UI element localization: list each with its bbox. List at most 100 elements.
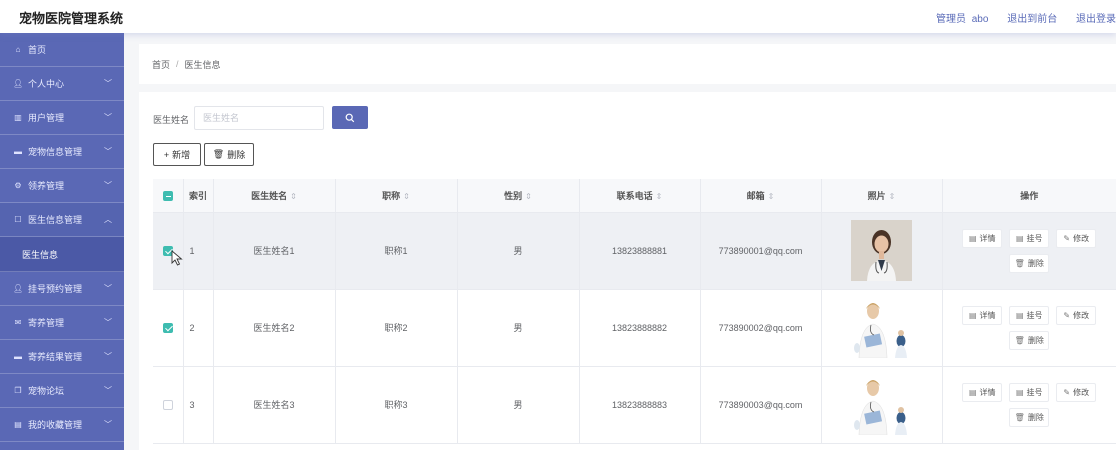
doctor-photo[interactable] (851, 297, 912, 358)
edit-button[interactable]: ✎ 修改 (1056, 382, 1097, 402)
sidebar-item-registration[interactable]: 👤︎ 挂号预约管理 ﹀ (0, 272, 124, 306)
edit-icon: ✎ (1063, 310, 1071, 320)
logout-link[interactable]: 退出登录 (1076, 14, 1116, 25)
add-button-label: 新增 (172, 150, 191, 160)
column-header-phone[interactable]: 联系电话 ⇕ (579, 179, 701, 213)
table-row[interactable]: 3 医生姓名3 职称3 男 13823888883 773890003@qq.c… (153, 366, 1116, 444)
sidebar-subitem-doctor-info[interactable]: 医生信息 (0, 237, 124, 272)
doctor-phone-cell: 13823888881 (579, 212, 701, 290)
doctor-photo-cell (821, 366, 943, 444)
column-header-email[interactable]: 邮箱 ⇕ (700, 179, 822, 213)
search-icon (345, 113, 355, 122)
row-checkbox[interactable] (162, 399, 173, 410)
doctor-photo-cell (821, 289, 943, 367)
sidebar-item-home[interactable]: ⌂ 首页 (0, 33, 124, 67)
sort-icon[interactable]: ⇕ (290, 192, 297, 201)
doctor-name-cell: 医生姓名1 (213, 212, 336, 290)
sidebar-item-boarding[interactable]: ✉ 寄养管理 ﹀ (0, 306, 124, 340)
edit-icon: ✎ (1063, 387, 1071, 397)
doctor-email-cell: 773890003@qq.com (700, 366, 822, 444)
breadcrumb-home[interactable]: 首页 (152, 58, 170, 71)
edit-button[interactable]: ✎ 修改 (1056, 228, 1097, 248)
edit-button[interactable]: ✎ 修改 (1056, 305, 1097, 325)
column-header-photo[interactable]: 照片 ⇕ (821, 179, 943, 213)
trash-icon: 🗑︎ (1014, 335, 1025, 345)
chevron-down-icon: ﹀ (104, 284, 112, 293)
breadcrumb-current: 医生信息 (184, 59, 221, 70)
front-link[interactable]: 退出到前台 (1007, 14, 1057, 25)
sidebar: ⌂ 首页 👤︎ 个人中心 ﹀ ▥ 用户管理 ﹀ ▬ 宠物信息管理 ﹀ ⚙ 领养管… (0, 33, 124, 450)
chevron-down-icon: ﹀ (104, 318, 112, 327)
doctor-email-cell: 773890001@qq.com (700, 212, 822, 290)
document-icon: ▤ (968, 233, 977, 243)
message-icon: ▬ (14, 352, 22, 361)
sidebar-item-label: 寄养结果管理 (28, 352, 83, 362)
row-index: 3 (183, 366, 214, 444)
sidebar-item-forum[interactable]: ❐ 宠物论坛 ﹀ (0, 374, 124, 408)
mail-icon: ✉ (14, 318, 22, 327)
doctor-photo[interactable] (851, 220, 912, 281)
user-icon: 👤︎ (13, 284, 24, 293)
column-header-actions: 操作 (942, 179, 1116, 213)
trash-icon: 🗑︎ (1014, 412, 1025, 422)
search-button[interactable] (332, 106, 368, 129)
row-checkbox[interactable] (162, 322, 173, 333)
detail-button[interactable]: ▤ 详情 (962, 305, 1003, 325)
table-row[interactable]: 1 医生姓名1 职称1 男 13823888881 773890001@qq.c… (153, 212, 1116, 290)
row-delete-button[interactable]: 🗑︎ 删除 (1009, 330, 1050, 350)
document-icon: ▤ (14, 420, 22, 429)
home-icon: ⌂ (15, 45, 21, 54)
doctor-photo-cell (821, 212, 943, 290)
actions-cell: ▤ 详情 ▤ 挂号 ✎ 修改 🗑︎ 删除 (942, 366, 1116, 444)
sidebar-item-label: 寄养管理 (28, 318, 65, 328)
content-panel: 医生姓名 + 新增 🗑︎ 删除 索引 医生姓名⇕ 职称⇕ 性别⇕ (139, 92, 1116, 450)
table-header-row: 索引 医生姓名 ⇕ 职称 ⇕ 性别 ⇕ 联系电话 ⇕ 邮箱 ⇕ 照片 ⇕ 操作 (153, 179, 1116, 213)
sidebar-item-label: 领养管理 (28, 181, 65, 191)
sort-icon[interactable]: ⇕ (768, 192, 775, 201)
sidebar-item-boarding-result[interactable]: ▬ 寄养结果管理 ﹀ (0, 340, 124, 374)
register-button[interactable]: ▤ 挂号 (1009, 228, 1050, 248)
settings-icon: ⚙ (14, 181, 22, 190)
doctor-title-cell: 职称3 (335, 366, 458, 444)
sidebar-item-adoption[interactable]: ⚙ 领养管理 ﹀ (0, 169, 124, 203)
sidebar-item-doctor-info[interactable]: ☐ 医生信息管理 ︿ (0, 203, 124, 237)
sidebar-item-user-management[interactable]: ▥ 用户管理 ﹀ (0, 101, 124, 135)
trash-icon: 🗑︎ (1014, 258, 1025, 268)
column-header-name[interactable]: 医生姓名 ⇕ (213, 179, 336, 213)
chevron-up-icon: ︿ (104, 215, 112, 224)
breadcrumb-separator: / (176, 59, 179, 69)
row-delete-button[interactable]: 🗑︎ 删除 (1009, 253, 1050, 273)
doctor-photo[interactable] (851, 374, 912, 435)
doctor-email-cell: 773890002@qq.com (700, 289, 822, 367)
menu-icon: ☐ (14, 215, 22, 224)
sidebar-item-pet-info[interactable]: ▬ 宠物信息管理 ﹀ (0, 135, 124, 169)
select-all-checkbox[interactable] (162, 190, 173, 201)
add-button[interactable]: + 新增 (153, 143, 201, 166)
register-button[interactable]: ▤ 挂号 (1009, 305, 1050, 325)
sidebar-item-personal-center[interactable]: 👤︎ 个人中心 ﹀ (0, 67, 124, 101)
sidebar-item-favorites[interactable]: ▤ 我的收藏管理 ﹀ (0, 408, 124, 442)
doctor-gender-cell: 男 (457, 289, 580, 367)
column-header-gender[interactable]: 性别 ⇕ (457, 179, 580, 213)
table-row[interactable]: 2 医生姓名2 职称2 男 13823888882 773890002@qq.c… (153, 289, 1116, 367)
copy-icon: ❐ (14, 386, 22, 395)
column-header-title[interactable]: 职称 ⇕ (335, 179, 458, 213)
message-icon: ▬ (14, 147, 22, 156)
doctor-gender-cell: 男 (457, 366, 580, 444)
sort-icon[interactable]: ⇕ (525, 192, 532, 201)
delete-button-label: 删除 (227, 150, 246, 160)
register-button[interactable]: ▤ 挂号 (1009, 382, 1050, 402)
row-delete-button[interactable]: 🗑︎ 删除 (1009, 407, 1050, 427)
sort-icon[interactable]: ⇕ (403, 192, 410, 201)
doctor-name-cell: 医生姓名3 (213, 366, 336, 444)
top-right-links: 管理员 abo 退出到前台 退出登录 (936, 10, 1116, 25)
sort-icon[interactable]: ⇕ (656, 192, 663, 201)
delete-button[interactable]: 🗑︎ 删除 (204, 143, 254, 166)
detail-button[interactable]: ▤ 详情 (962, 228, 1003, 248)
sidebar-item-label: 挂号预约管理 (28, 284, 83, 294)
sort-icon[interactable]: ⇕ (889, 192, 896, 201)
doctor-phone-cell: 13823888883 (579, 366, 701, 444)
sidebar-item-label: 首页 (28, 45, 47, 55)
detail-button[interactable]: ▤ 详情 (962, 382, 1003, 402)
doctor-name-search-input[interactable] (194, 106, 324, 130)
